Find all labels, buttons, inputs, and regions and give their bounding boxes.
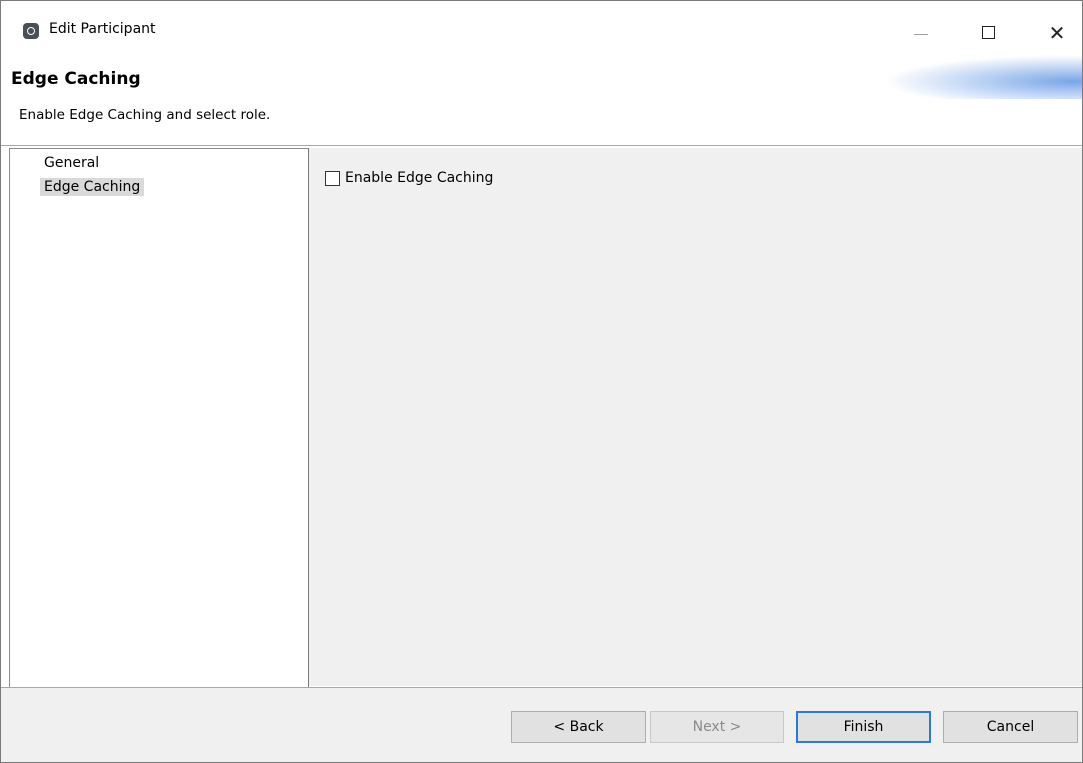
header-banner-graphic: [882, 55, 1082, 99]
content-panel: Enable Edge Caching: [309, 148, 1082, 686]
maximize-icon: [982, 26, 995, 39]
header-divider: [1, 145, 1082, 146]
window-title: Edit Participant: [49, 21, 156, 37]
wizard-header: Edge Caching Enable Edge Caching and sel…: [1, 55, 1082, 145]
edit-participant-dialog: Edit Participant ✕ Edge Caching Enable E…: [0, 0, 1083, 763]
button-bar: < Back Next > Finish Cancel: [1, 688, 1082, 762]
minimize-icon: [914, 34, 928, 35]
app-icon: [23, 23, 39, 39]
back-button[interactable]: < Back: [511, 711, 646, 743]
close-button[interactable]: ✕: [1037, 15, 1077, 51]
finish-button[interactable]: Finish: [796, 711, 931, 743]
enable-edge-caching-checkbox[interactable]: [325, 170, 340, 186]
close-icon: ✕: [1048, 21, 1066, 45]
enable-edge-caching-row[interactable]: Enable Edge Caching: [325, 170, 493, 186]
title-bar: Edit Participant ✕: [1, 1, 1082, 55]
minimize-button[interactable]: [901, 15, 941, 51]
enable-edge-caching-label[interactable]: Enable Edge Caching: [345, 170, 493, 186]
nav-item-edge-caching[interactable]: Edge Caching: [40, 178, 145, 196]
cancel-button[interactable]: Cancel: [943, 711, 1078, 743]
page-title: Edge Caching: [11, 69, 141, 89]
maximize-button[interactable]: [969, 15, 1009, 51]
page-nav-tree: General Edge Caching: [9, 148, 309, 688]
page-description: Enable Edge Caching and select role.: [19, 107, 271, 123]
nav-item-general[interactable]: General: [40, 154, 103, 172]
next-button[interactable]: Next >: [650, 711, 784, 743]
